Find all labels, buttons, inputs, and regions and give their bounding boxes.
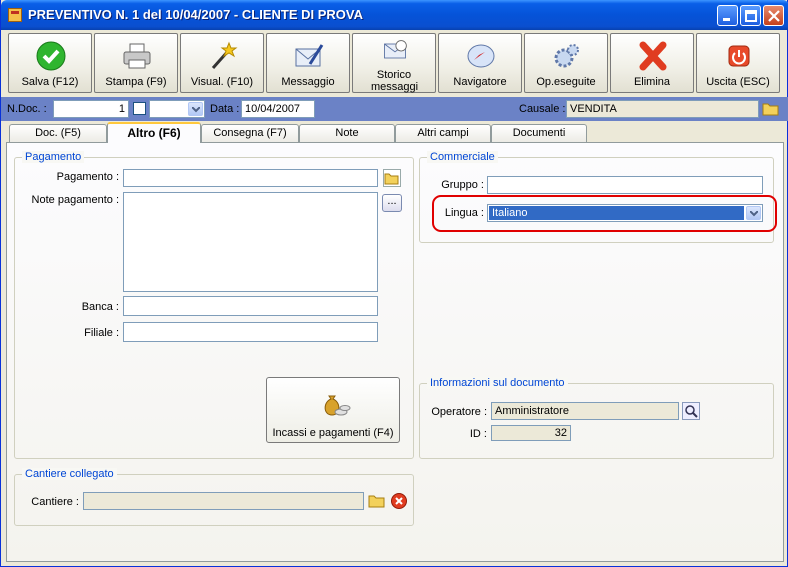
ndoc-series-select[interactable]	[149, 100, 205, 118]
banca-input[interactable]	[123, 296, 378, 316]
app-icon	[8, 8, 22, 22]
banca-label: Banca :	[81, 301, 119, 313]
folder-icon[interactable]	[762, 100, 780, 118]
cantiere-group-title: Cantiere collegato	[22, 468, 117, 480]
pagamento-label: Pagamento :	[56, 171, 119, 183]
data-label: Data :	[210, 103, 240, 115]
tab-bar: Doc. (F5) Altro (F6) Consegna (F7) Note …	[1, 122, 788, 143]
ndoc-input[interactable]: 1	[53, 100, 129, 118]
tab-altro[interactable]: Altro (F6)	[107, 122, 201, 143]
gruppo-select[interactable]	[487, 176, 763, 194]
causale-input[interactable]: VENDITA	[566, 100, 759, 118]
id-input[interactable]: 32	[491, 425, 571, 441]
gears-icon	[554, 44, 579, 68]
operatore-label: Operatore :	[431, 406, 487, 418]
tab-doc[interactable]: Doc. (F5)	[9, 124, 107, 142]
main-window: PREVENTIVO N. 1 del 10/04/2007 - CLIENTE…	[0, 0, 788, 567]
maximize-button[interactable]	[740, 5, 761, 26]
clear-icon[interactable]	[390, 492, 408, 510]
causale-label: Causale :	[519, 103, 566, 115]
print-button[interactable]: Stampa (F9)	[94, 33, 178, 93]
pagamento-group-title: Pagamento	[22, 151, 85, 163]
toolbar: Salva (F12) Stampa (F9) Visual. (F10) Me…	[6, 32, 784, 94]
lingua-selected-value: Italiano	[492, 207, 528, 219]
envelope-history-icon	[384, 40, 407, 59]
lingua-highlight-annotation	[432, 195, 777, 232]
message-button-label: Messaggio	[281, 76, 335, 88]
envelope-pen-icon	[295, 44, 324, 67]
delete-button-label: Elimina	[633, 76, 671, 88]
date-input[interactable]: 10/04/2007	[241, 100, 315, 118]
ndoc-label: N.Doc. :	[7, 103, 47, 115]
filiale-input[interactable]	[123, 322, 378, 342]
gruppo-label: Gruppo :	[441, 179, 484, 191]
preview-button[interactable]: Visual. (F10)	[180, 33, 264, 93]
note-more-button[interactable]: ...	[382, 194, 402, 212]
executed-operations-button[interactable]: Op.eseguite	[524, 33, 608, 93]
money-bag-icon	[324, 395, 351, 416]
tab-altri-campi[interactable]: Altri campi	[395, 124, 491, 142]
message-button[interactable]: Messaggio	[266, 33, 350, 93]
delete-x-icon	[639, 41, 667, 71]
informazioni-group: Informazioni sul documento	[419, 377, 774, 459]
operatore-search-icon[interactable]	[682, 402, 700, 420]
document-header-bar: N.Doc. : 1 Data : 10/04/2007 Causale : V…	[1, 97, 788, 121]
tab-note[interactable]: Note	[299, 124, 395, 142]
exit-button[interactable]: Uscita (ESC)	[696, 33, 780, 93]
chevron-down-icon[interactable]	[188, 102, 203, 116]
filiale-label: Filiale :	[84, 327, 119, 339]
navigator-button-label: Navigatore	[453, 76, 507, 88]
message-history-button[interactable]: Storico messaggi	[352, 33, 436, 93]
tab-documenti[interactable]: Documenti	[491, 124, 587, 142]
preview-button-label: Visual. (F10)	[190, 76, 254, 88]
tab-consegna[interactable]: Consegna (F7)	[201, 124, 299, 142]
title-bar: PREVENTIVO N. 1 del 10/04/2007 - CLIENTE…	[1, 0, 788, 30]
check-icon	[36, 41, 66, 71]
folder-icon[interactable]	[368, 492, 386, 510]
window-title: PREVENTIVO N. 1 del 10/04/2007 - CLIENTE…	[28, 7, 363, 22]
note-pagamento-label: Note pagamento :	[31, 194, 119, 206]
informazioni-group-title: Informazioni sul documento	[427, 377, 568, 389]
cantiere-label: Cantiere :	[31, 496, 79, 508]
save-button-label: Salva (F12)	[21, 76, 79, 88]
close-button[interactable]	[763, 5, 784, 26]
pagamento-select[interactable]	[123, 169, 378, 187]
printer-icon	[123, 43, 151, 69]
folder-icon[interactable]	[383, 169, 401, 187]
compass-icon	[467, 44, 495, 68]
exit-button-label: Uscita (ESC)	[706, 76, 770, 88]
note-pagamento-textarea[interactable]	[123, 192, 378, 292]
navigator-button[interactable]: Navigatore	[438, 33, 522, 93]
power-icon	[728, 45, 750, 67]
commerciale-group-title: Commerciale	[427, 151, 498, 163]
message-history-button-label: Storico messaggi	[371, 69, 419, 93]
cantiere-input[interactable]	[83, 492, 364, 510]
delete-button[interactable]: Elimina	[610, 33, 694, 93]
minimize-button[interactable]	[717, 5, 738, 26]
print-button-label: Stampa (F9)	[105, 76, 167, 88]
executed-operations-button-label: Op.eseguite	[536, 76, 596, 88]
id-label: ID :	[469, 428, 487, 440]
incassi-pagamenti-label: Incassi e pagamenti (F4)	[272, 427, 394, 439]
magic-wand-icon	[211, 41, 238, 69]
ndoc-checkbox[interactable]	[133, 102, 146, 115]
save-button[interactable]: Salva (F12)	[8, 33, 92, 93]
incassi-pagamenti-button[interactable]: Incassi e pagamenti (F4)	[266, 377, 400, 443]
operatore-input[interactable]: Amministratore	[491, 402, 679, 420]
